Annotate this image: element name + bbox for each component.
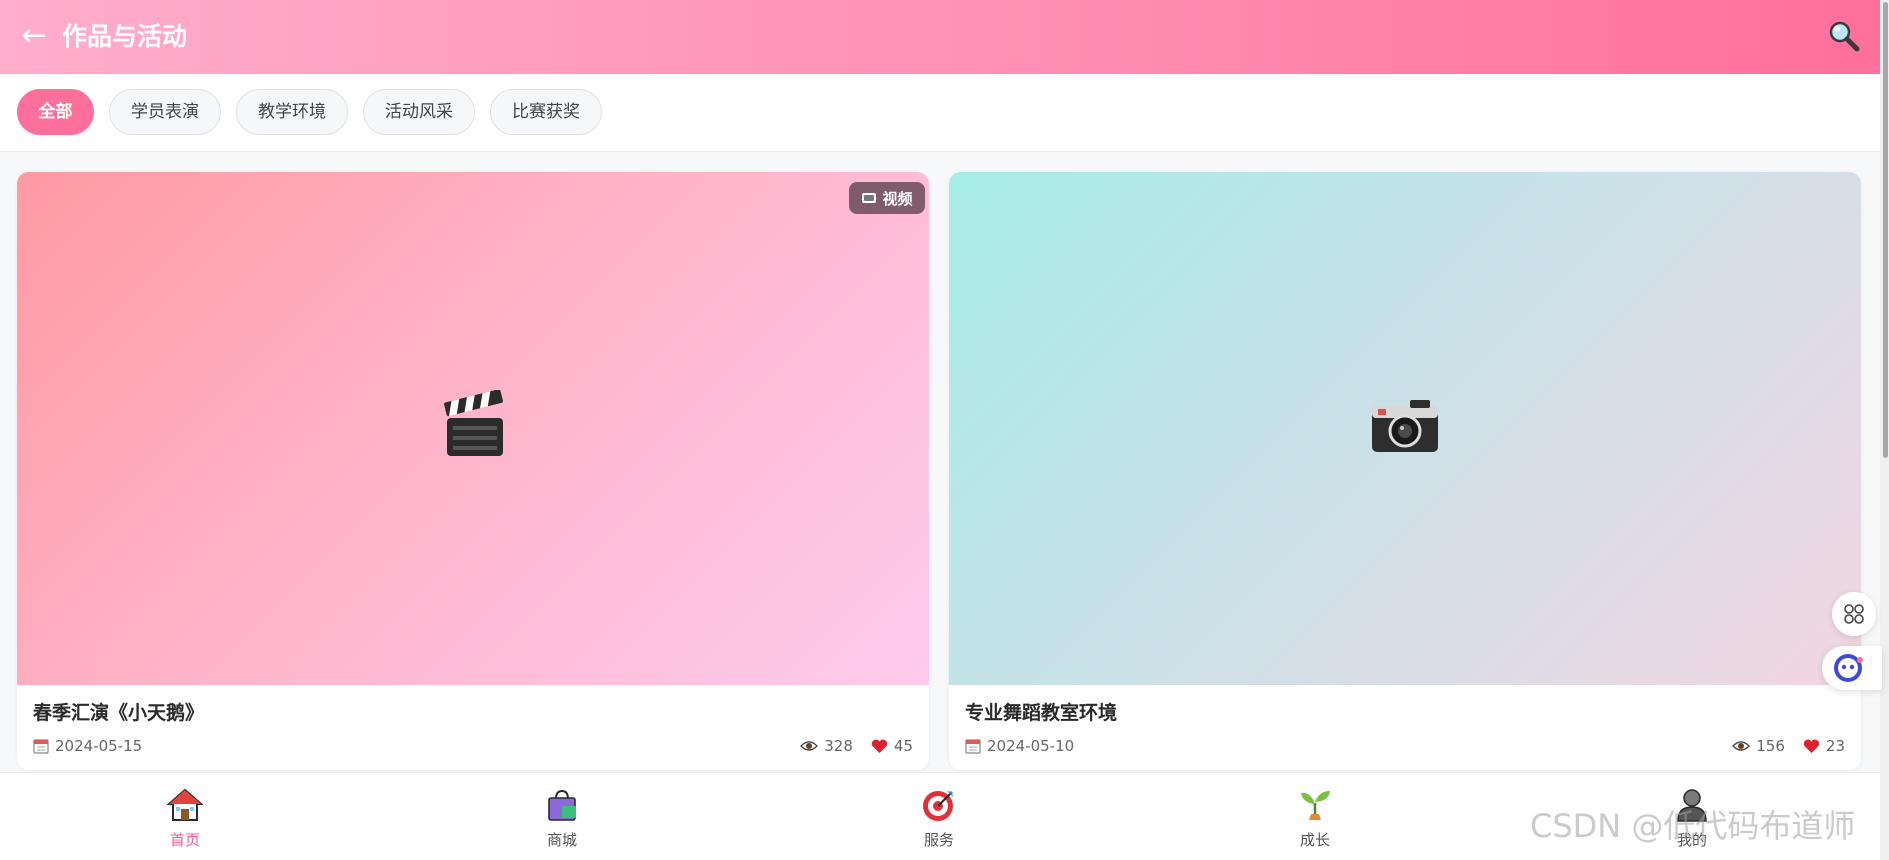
magnifier-icon	[1829, 21, 1860, 52]
nav-item-service[interactable]: 服务	[879, 787, 999, 857]
top-header: ← 作品与活动	[0, 0, 1880, 74]
like-count-text: 23	[1825, 737, 1845, 755]
card-date: 2024-05-10	[965, 734, 1074, 758]
calendar-icon	[965, 739, 981, 754]
robot-face-icon	[1834, 654, 1863, 682]
calendar-icon	[33, 739, 49, 754]
video-badge-label: 视频	[882, 189, 913, 208]
work-card[interactable]: 专业舞蹈教室环境 2024-05-10 156 23	[949, 172, 1861, 770]
card-date-text: 2024-05-10	[987, 737, 1075, 755]
heart-icon	[871, 739, 888, 753]
eye-icon	[800, 741, 819, 751]
nav-item-mall[interactable]: 商城	[502, 787, 622, 857]
filter-chip-all[interactable]: 全部	[17, 89, 94, 135]
category-filter-bar: 全部 学员表演 教学环境 活动风采 比赛获奖	[0, 74, 1880, 152]
grid-icon	[1844, 604, 1864, 624]
like-count[interactable]: 23	[1803, 734, 1845, 758]
nav-label: 服务	[923, 831, 954, 849]
heart-icon	[1803, 739, 1820, 753]
tv-icon	[862, 193, 877, 203]
watermark: CSDN @低代码布道师	[1530, 807, 1856, 845]
search-button[interactable]	[1826, 18, 1862, 54]
eye-icon	[1732, 741, 1751, 751]
back-button[interactable]: ←	[14, 16, 54, 56]
house-icon	[167, 788, 203, 821]
nav-label: 首页	[169, 831, 200, 849]
nav-label: 商城	[546, 831, 577, 849]
page-scrollbar-thumb[interactable]	[1883, 2, 1888, 458]
filter-chip-activity-highlights[interactable]: 活动风采	[363, 89, 475, 135]
card-title: 专业舞蹈教室环境	[965, 702, 1118, 724]
card-meta: 2024-05-15 328 45	[33, 734, 913, 758]
filter-chip-teaching-environment[interactable]: 教学环境	[236, 89, 348, 135]
quick-menu-button[interactable]	[1832, 592, 1876, 636]
card-title: 春季汇演《小天鹅》	[33, 702, 205, 724]
arrow-left-icon: ←	[21, 18, 47, 53]
view-count: 156	[1732, 734, 1785, 758]
card-thumbnail[interactable]: 视频	[17, 172, 929, 685]
nav-label: 成长	[1299, 831, 1330, 849]
card-thumbnail[interactable]	[949, 172, 1861, 685]
target-icon	[923, 791, 953, 821]
clapper-board-icon	[444, 390, 503, 456]
shopping-bag-icon	[548, 789, 576, 821]
page-title: 作品与活动	[62, 22, 188, 51]
like-count[interactable]: 45	[871, 734, 913, 758]
view-count: 328	[800, 734, 853, 758]
filter-chip-competition-awards[interactable]: 比赛获奖	[490, 89, 602, 135]
like-count-text: 45	[893, 737, 913, 755]
video-badge: 视频	[849, 182, 925, 214]
ai-assistant-button[interactable]	[1822, 646, 1882, 690]
camera-icon	[1372, 400, 1438, 452]
card-stats: 156 23	[1732, 734, 1845, 758]
seedling-icon	[1301, 791, 1330, 820]
card-date: 2024-05-15	[33, 734, 142, 758]
card-date-text: 2024-05-15	[55, 737, 143, 755]
work-card[interactable]: 视频 春季汇演《小天鹅》 2024-05-15 328 45	[17, 172, 929, 770]
nav-item-home[interactable]: 首页	[125, 787, 245, 857]
nav-item-growth[interactable]: 成长	[1255, 787, 1375, 857]
view-count-text: 156	[1756, 737, 1785, 755]
card-meta: 2024-05-10 156 23	[965, 734, 1845, 758]
filter-chip-student-performance[interactable]: 学员表演	[109, 89, 221, 135]
card-stats: 328 45	[800, 734, 913, 758]
view-count-text: 328	[824, 737, 853, 755]
